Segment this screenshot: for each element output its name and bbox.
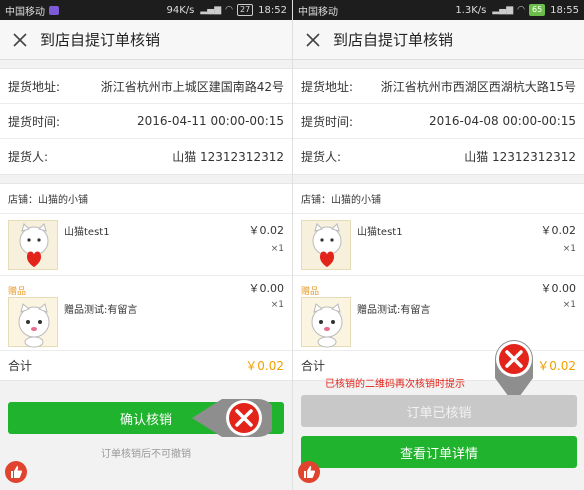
close-icon[interactable] [0, 20, 40, 60]
close-icon[interactable] [293, 20, 333, 60]
left-screen: 中国移动 94K/s ▂▄▆ ◠ 27 18:52 到店自提订单核销 提货地址:… [0, 0, 292, 490]
gift-price: ￥0.00 [248, 282, 285, 295]
pickup-address-row: 提货地址: 浙江省杭州市上城区建国南路42号 [0, 69, 292, 104]
wifi-icon: ◠ [225, 5, 233, 15]
status-bar: 中国移动 1.3K/s ▂▄▆ ◠ 65 18:55 [293, 0, 584, 20]
product-price: ￥0.02 [540, 224, 577, 237]
shop-section: 店铺：山猫的小铺 山猫test1 ￥0.02 ×1 赠品 赠品测试:有留言 ￥0… [0, 183, 292, 381]
gift-item[interactable]: 赠品 赠品测试:有留言 ￥0.00 ×1 [293, 276, 584, 351]
pickup-person-label: 提货人: [8, 150, 49, 164]
pickup-time-row: 提货时间: 2016-04-08 00:00-00:15 [293, 104, 584, 139]
order-verified-button: 订单已核销 [301, 395, 577, 427]
pickup-time-row: 提货时间: 2016-04-11 00:00-00:15 [0, 104, 292, 139]
thumbs-up-icon[interactable] [5, 461, 27, 483]
status-bar: 中国移动 94K/s ▂▄▆ ◠ 27 18:52 [0, 0, 292, 20]
page-header: 到店自提订单核销 [0, 20, 292, 60]
page-title: 到店自提订单核销 [40, 31, 161, 49]
gift-price: ￥0.00 [540, 282, 577, 295]
product-price: ￥0.02 [248, 224, 285, 237]
pickup-time-label: 提货时间: [301, 114, 354, 129]
carrier-name: 中国移动 [5, 6, 45, 18]
shop-name: 店铺：山猫的小铺 [293, 184, 584, 214]
pickup-info: 提货地址: 浙江省杭州市上城区建国南路42号 提货时间: 2016-04-11 … [0, 68, 292, 175]
shop-name: 店铺：山猫的小铺 [0, 184, 292, 214]
pickup-info: 提货地址: 浙江省杭州市西湖区西湖杭大路15号 提货时间: 2016-04-08… [293, 68, 584, 175]
signal-icon: ▂▄▆ [492, 5, 514, 15]
right-screen: 中国移动 1.3K/s ▂▄▆ ◠ 65 18:55 到店自提订单核销 提货地址… [292, 0, 584, 490]
total-row: 合计 ￥0.02 [0, 351, 292, 381]
gift-tag: 赠品 [8, 287, 27, 297]
already-verified-annotation: 已核销的二维码再次核销时提示 [325, 379, 465, 390]
message-icon [49, 5, 59, 15]
gift-quantity: ×1 [562, 300, 576, 310]
total-value: ￥0.02 [537, 359, 576, 373]
product-thumbnail [301, 220, 351, 270]
battery-icon: 27 [236, 4, 254, 16]
gift-thumbnail [8, 297, 58, 348]
order-item[interactable]: 山猫test1 ￥0.02 ×1 [0, 214, 292, 276]
page-header: 到店自提订单核销 [293, 20, 584, 60]
thumbs-up-icon[interactable] [298, 461, 320, 483]
pickup-address-row: 提货地址: 浙江省杭州市西湖区西湖杭大路15号 [293, 69, 584, 104]
gift-thumbnail [301, 297, 351, 348]
pickup-time-value: 2016-04-08 00:00-00:15 [428, 114, 576, 128]
network-speed: 94K/s [166, 4, 195, 16]
pickup-person-row: 提货人: 山猫 12312312312 [293, 139, 584, 174]
red-x-marker-icon [188, 393, 272, 443]
irreversible-hint: 订单核销后不可撤销 [101, 449, 191, 460]
pickup-address-value: 浙江省杭州市西湖区西湖杭大路15号 [380, 79, 576, 94]
clock: 18:55 [550, 4, 579, 16]
gift-item[interactable]: 赠品 赠品测试:有留言 ￥0.00 ×1 [0, 276, 292, 351]
page-title: 到店自提订单核销 [333, 31, 454, 49]
pickup-address-label: 提货地址: [301, 79, 354, 94]
pickup-address-label: 提货地址: [8, 79, 61, 94]
gift-quantity: ×1 [270, 300, 284, 310]
pickup-address-value: 浙江省杭州市上城区建国南路42号 [100, 79, 284, 94]
signal-icon: ▂▄▆ [200, 5, 222, 15]
gift-name: 赠品测试:有留言 [357, 305, 431, 316]
product-quantity: ×1 [270, 244, 284, 254]
pickup-person-row: 提货人: 山猫 12312312312 [0, 139, 292, 174]
order-item[interactable]: 山猫test1 ￥0.02 ×1 [293, 214, 584, 276]
shop-section: 店铺：山猫的小铺 山猫test1 ￥0.02 ×1 赠品 赠品测试:有留言 ￥0… [293, 183, 584, 381]
pickup-time-value: 2016-04-11 00:00-00:15 [136, 114, 284, 128]
product-name: 山猫test1 [357, 227, 403, 238]
gift-name: 赠品测试:有留言 [64, 305, 138, 316]
pickup-person-value: 山猫 12312312312 [172, 150, 284, 164]
pickup-person-label: 提货人: [301, 150, 342, 164]
gift-tag: 赠品 [301, 287, 320, 297]
product-quantity: ×1 [562, 244, 576, 254]
clock: 18:52 [258, 4, 287, 16]
pickup-time-label: 提货时间: [8, 114, 61, 129]
network-speed: 1.3K/s [455, 4, 487, 16]
battery-icon: 65 [528, 4, 546, 16]
carrier-name: 中国移动 [298, 6, 338, 18]
total-value: ￥0.02 [245, 359, 284, 373]
wifi-icon: ◠ [517, 5, 525, 15]
product-thumbnail [8, 220, 58, 270]
product-name: 山猫test1 [64, 227, 110, 238]
view-order-details-button[interactable]: 查看订单详情 [301, 436, 577, 468]
total-label: 合计 [8, 359, 33, 373]
pickup-person-value: 山猫 12312312312 [464, 150, 576, 164]
